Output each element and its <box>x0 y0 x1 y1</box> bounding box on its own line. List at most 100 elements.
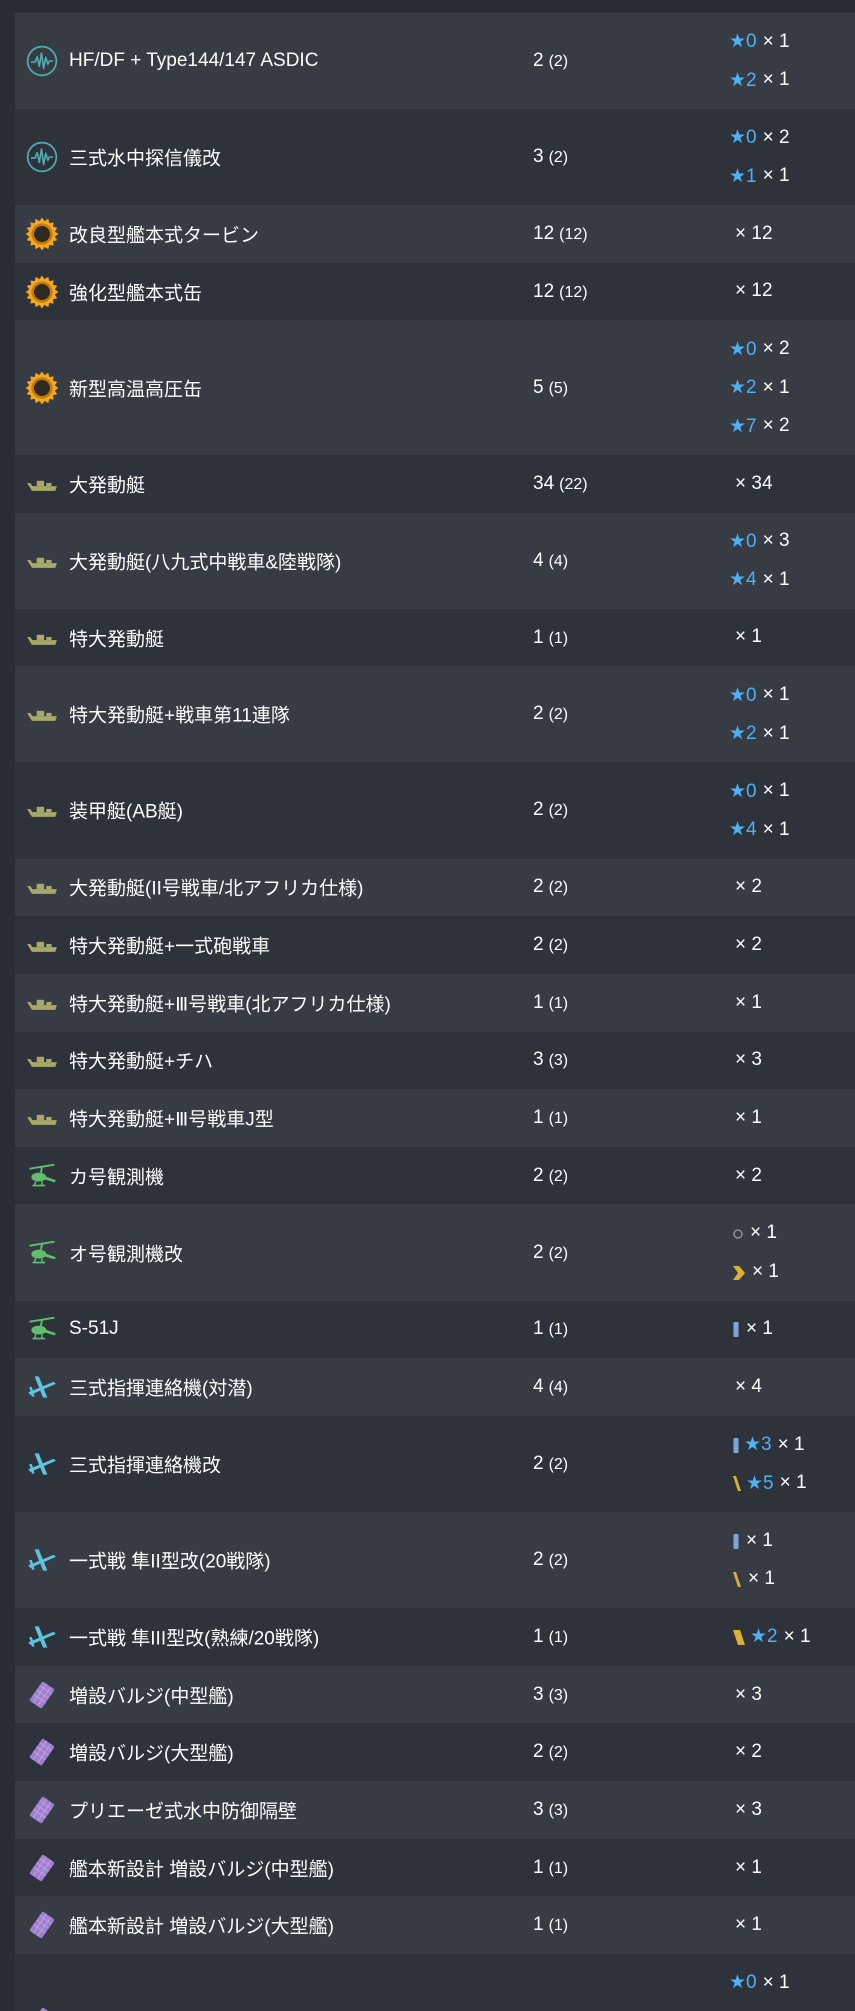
boiler-icon <box>25 275 59 309</box>
quantity: × 3 <box>735 1049 762 1071</box>
quantity: × 2 <box>762 415 790 437</box>
improvement-line: ★2 × 1 <box>729 1618 811 1656</box>
improvement-line: × 1 <box>729 1560 775 1598</box>
proficiency-chevron-icon <box>732 1262 746 1282</box>
equipment-row: 三式水中探信儀改 3 (2) ★0 × 2 ★1 × 1 <box>15 108 855 206</box>
equipment-row: ★0 × 1 <box>15 1954 855 2011</box>
count-total: (4) <box>548 552 569 570</box>
quantity: × 1 <box>735 626 762 648</box>
count-value: 1 <box>533 1318 544 1340</box>
quantity: × 1 <box>735 991 762 1013</box>
equipment-row: プリエーゼ式水中防御隔壁 3 (3) × 3 <box>15 1781 855 1839</box>
improvement-list: ★0 × 2 ★1 × 1 <box>729 119 790 196</box>
quantity: × 1 <box>748 1568 775 1590</box>
equipment-count: 2 (2) <box>533 1165 568 1187</box>
improvement-star: ★0 <box>729 1972 757 1994</box>
improvement-star: ★2 <box>729 69 757 91</box>
count-value: 2 <box>533 49 544 71</box>
improvement-list: × 2 <box>729 926 762 964</box>
equipment-row: 艦本新設計 増設バルジ(大型艦) 1 (1) × 1 <box>15 1896 855 1955</box>
equipment-name: 装甲艇(AB艇) <box>69 801 184 823</box>
improvement-list: × 12 <box>729 215 773 253</box>
landing-craft-icon <box>25 793 59 827</box>
improvement-line: × 1 <box>729 1848 762 1886</box>
boiler-icon <box>25 371 59 405</box>
equipment-row: 大発動艇(八九式中戦車&陸戦隊) 4 (4) ★0 × 3 ★4 × 1 <box>15 512 855 609</box>
equipment-count: 5 (5) <box>533 377 568 399</box>
quantity: × 1 <box>750 1222 777 1244</box>
quantity: × 2 <box>762 338 790 360</box>
equipment-name: 艦本新設計 増設バルジ(中型艦) <box>69 1859 334 1881</box>
improvement-list: × 1 × 1 <box>729 1522 775 1599</box>
equipment-name: 増設バルジ(大型艦) <box>69 1743 234 1765</box>
improvement-line: × 1 <box>729 1310 773 1348</box>
count-value: 5 <box>533 376 544 398</box>
liaison-plane-icon <box>25 1370 59 1404</box>
improvement-list: × 2 <box>729 1733 762 1771</box>
improvement-line: × 4 <box>729 1368 762 1406</box>
improvement-line: ★0 × 1 <box>729 1964 790 2002</box>
count-total: (1) <box>548 629 569 647</box>
improvement-line: × 12 <box>729 272 773 310</box>
equipment-count: 1 (1) <box>533 1318 568 1340</box>
equipment-count: 1 (1) <box>533 1626 568 1648</box>
equipment-name: 改良型艦本式タービン <box>69 225 260 247</box>
improvement-line: ★2 × 1 <box>729 714 790 752</box>
equipment-name: プリエーゼ式水中防御隔壁 <box>69 1801 298 1823</box>
improvement-star: ★4 <box>729 569 757 591</box>
equipment-count: 3 (2) <box>533 146 568 168</box>
equipment-row: 特大発動艇+Ⅲ号戦車J型 1 (1) × 1 <box>15 1089 855 1147</box>
equipment-name: 三式指揮連絡機(対潜) <box>69 1378 253 1400</box>
improvement-line: ★4 × 1 <box>729 561 790 599</box>
equipment-name: 特大発動艇+戦車第11連隊 <box>69 705 290 727</box>
bulge-icon <box>25 2004 59 2011</box>
count-total: (1) <box>548 1110 569 1127</box>
quantity: × 1 <box>777 1433 805 1455</box>
equipment-count: 2 (2) <box>533 50 568 72</box>
count-total: (3) <box>548 1686 569 1704</box>
equipment-count: 12 (12) <box>533 223 588 245</box>
equipment-row: 特大発動艇+一式砲戦車 2 (2) × 2 <box>15 916 855 974</box>
improvement-line: ★3 × 1 <box>729 1426 807 1464</box>
equipment-row: 特大発動艇 1 (1) × 1 <box>15 608 855 667</box>
count-total: (1) <box>548 1859 569 1877</box>
equipment-name: 特大発動艇 <box>69 629 165 650</box>
bulge-icon <box>25 1908 59 1942</box>
improvement-list: ★0 × 1 ★4 × 1 <box>729 772 790 849</box>
proficiency-gold-slash-icon <box>732 1473 742 1493</box>
equipment-row: HF/DF + Type144/147 ASDIC 2 (2) ★0 × 1 ★2 × 1 <box>15 12 855 109</box>
improvement-list: × 1 <box>729 1906 762 1944</box>
sonar-icon <box>25 140 59 174</box>
equipment-row: 特大発動艇+チハ 3 (3) × 3 <box>15 1031 855 1090</box>
improvement-star: ★1 <box>729 165 757 187</box>
quantity: × 1 <box>735 1914 762 1936</box>
count-value: 2 <box>533 703 544 725</box>
improvement-line: × 12 <box>729 215 773 253</box>
improvement-line: ★5 × 1 <box>729 1464 807 1502</box>
improvement-star: ★2 <box>729 377 757 399</box>
equipment-row: 増設バルジ(中型艦) 3 (3) × 3 <box>15 1665 855 1724</box>
equipment-name: 三式指揮連絡機改 <box>69 1455 222 1477</box>
improvement-list: × 3 <box>729 1791 762 1829</box>
improvement-list: ★3 × 1 ★5 × 1 <box>729 1426 807 1503</box>
improvement-line: ★1 × 1 <box>729 157 790 195</box>
improvement-list: × 34 <box>729 465 773 503</box>
equipment-row: 特大発動艇+Ⅲ号戦車(北アフリカ仕様) 1 (1) × 1 <box>15 973 855 1032</box>
quantity: × 1 <box>779 1472 807 1494</box>
improvement-line: × 1 <box>729 1099 762 1137</box>
equipment-name: 一式戦 隼III型改(熟練/20戦隊) <box>69 1628 320 1650</box>
count-value: 34 <box>533 472 555 494</box>
quantity: × 1 <box>762 722 790 744</box>
count-total: (2) <box>548 1244 569 1262</box>
count-total: (1) <box>548 1628 569 1646</box>
improvement-star: ★2 <box>750 1626 778 1648</box>
sonar-icon <box>25 44 59 78</box>
liaison-plane-icon <box>25 1543 59 1577</box>
liaison-plane-icon <box>25 1447 59 1481</box>
equipment-count: 1 (1) <box>533 1914 568 1936</box>
improvement-list: × 2 <box>729 868 762 906</box>
equipment-count: 1 (1) <box>533 627 568 649</box>
count-value: 3 <box>533 1049 544 1071</box>
count-value: 1 <box>533 1107 544 1128</box>
improvement-star: ★3 <box>744 1434 772 1456</box>
